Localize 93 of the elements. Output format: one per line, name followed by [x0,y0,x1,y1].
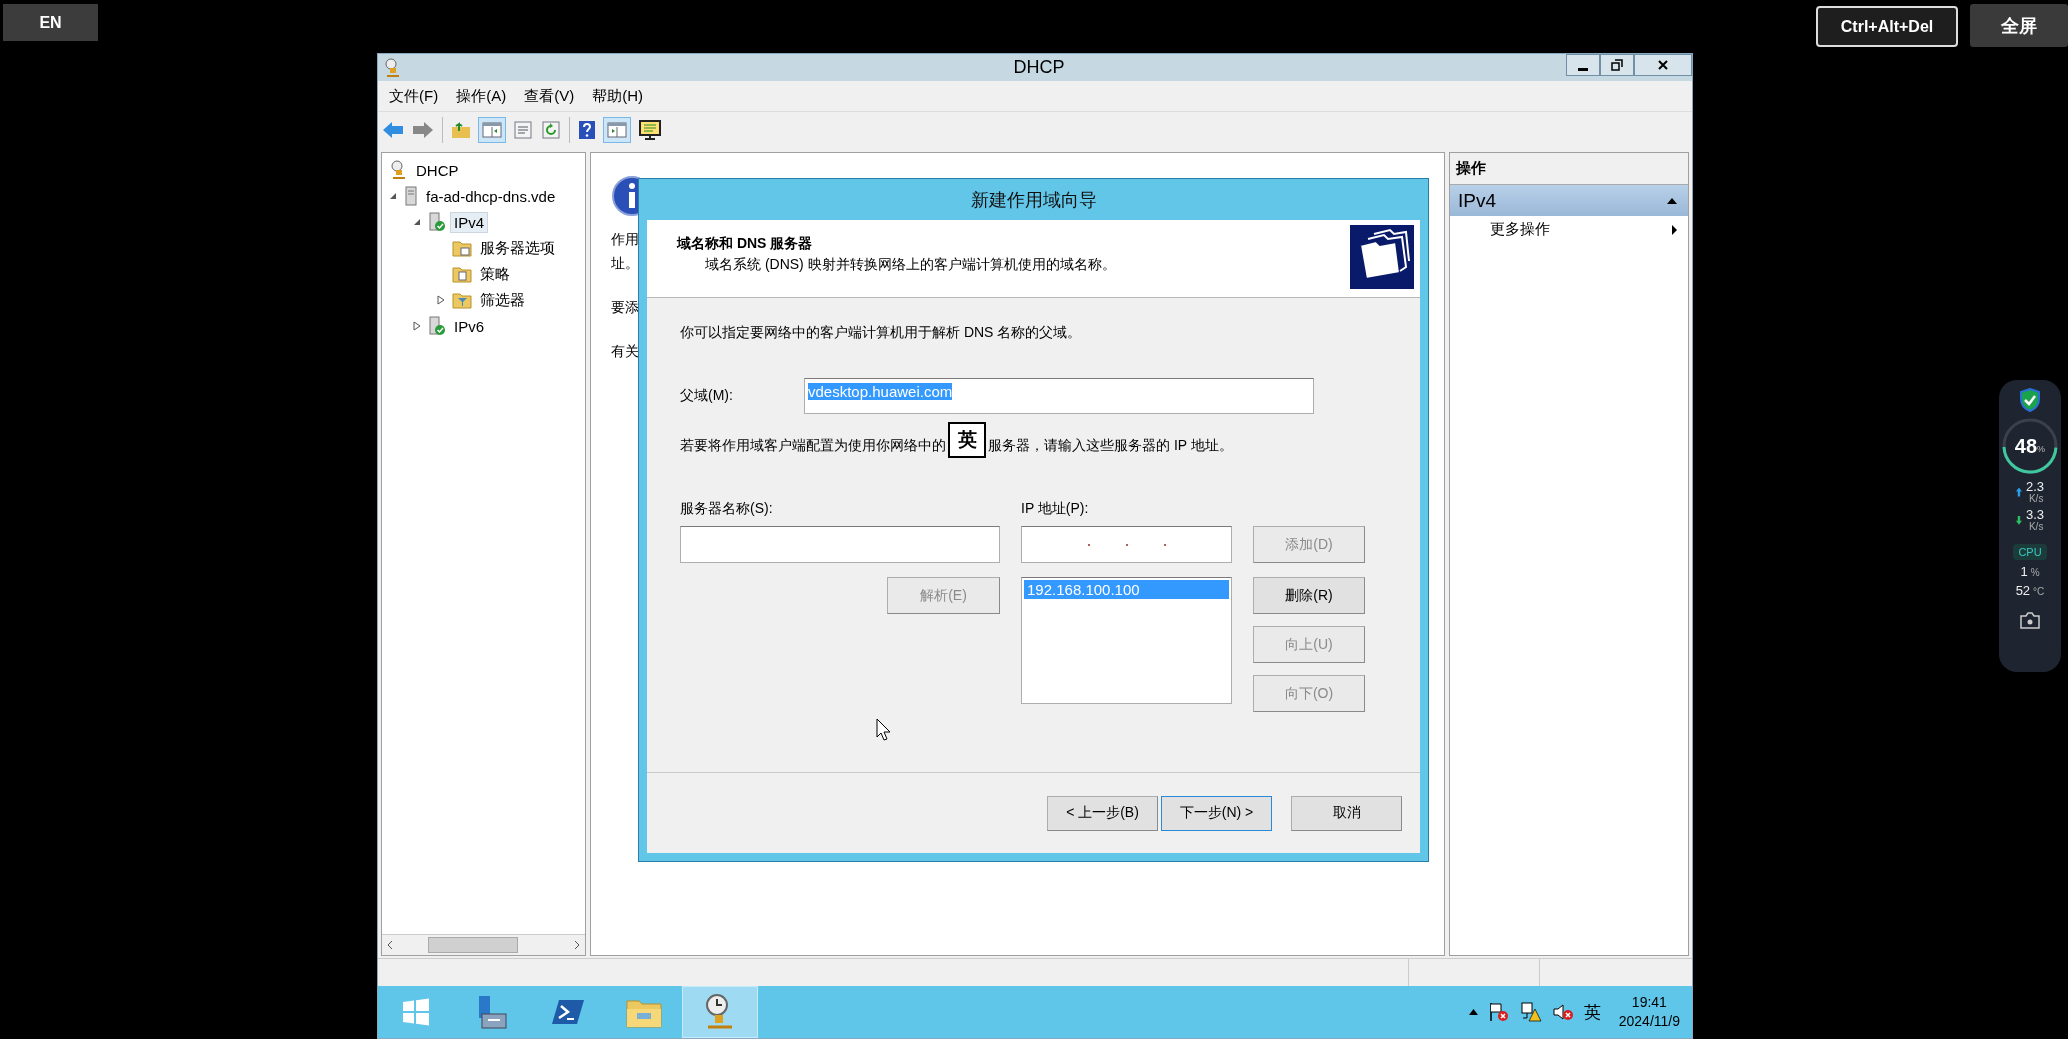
restore-icon [1611,59,1623,71]
windows-logo-icon [401,997,431,1027]
minimize-button[interactable] [1566,54,1600,76]
menu-item[interactable]: 查看(V) [515,86,584,106]
folder-icon [452,239,472,257]
network-warning-icon[interactable] [1519,1002,1542,1022]
page-subheading: 域名系统 (DNS) 映射并转换网络上的客户端计算机使用的域名称。 [704,256,1116,274]
description-text: 要添 [611,299,639,317]
cpu-usage: 1 [2020,564,2028,580]
page-heading: 域名称和 DNS 服务器 [677,235,814,253]
monitor-icon[interactable] [638,119,662,141]
expand-arrow-icon[interactable] [437,295,445,305]
description-text: 址。 [611,255,639,273]
speaker-mute-icon[interactable] [1551,1002,1574,1022]
back-arrow-icon[interactable] [382,121,404,139]
fullscreen-button[interactable]: 全屏 [1970,4,2068,47]
collapse-arrow-icon[interactable] [413,218,421,226]
usage-percent: 48 [2014,434,2038,458]
action-item[interactable]: 更多操作 [1450,216,1688,243]
ctrl-alt-del-button[interactable]: Ctrl+Alt+Del [1816,6,1958,47]
taskbar-app-button[interactable] [682,986,758,1038]
refresh-icon[interactable] [541,120,561,140]
tree-item[interactable]: DHCP [412,159,463,181]
close-icon [1657,59,1669,71]
cpu-temperature: 52 [2015,583,2031,599]
wizard-nav-button[interactable]: 取消 [1291,795,1402,831]
usage-unit: % [2030,567,2040,579]
action-pane-icon[interactable] [604,118,630,142]
scrollbar-thumb[interactable] [427,937,518,953]
tree-item[interactable]: 策略 [476,262,514,286]
upload-rate: 2.3 [2025,480,2045,494]
folder-up-icon[interactable] [451,121,471,139]
collapse-arrow-icon[interactable] [1666,196,1678,205]
camera-icon[interactable] [2020,612,2040,630]
field-label: 服务器名称(S): [680,500,774,518]
cpu-label: CPU [2013,544,2047,561]
close-button[interactable] [1634,54,1692,76]
flag-error-icon[interactable] [1487,1002,1510,1022]
folder-icon [452,265,472,283]
wizard-nav-button[interactable]: < 上一步(B) [1047,795,1158,831]
collapse-arrow-icon[interactable] [389,192,397,200]
restore-button[interactable] [1600,54,1634,76]
server-check-icon [428,212,446,232]
shield-check-icon [2019,388,2041,412]
server-icon [404,186,418,206]
menu-item[interactable]: 文件(F) [380,86,448,106]
mouse-cursor-icon [876,718,892,742]
wizard-nav-button[interactable]: 下一步(N) > [1161,795,1272,831]
tree-item[interactable]: IPv4 [450,211,488,233]
clock-date[interactable]: 2024/11/9 [1618,1012,1680,1031]
actions-header: 操作 [1450,153,1688,185]
forward-arrow-icon[interactable] [412,121,434,139]
menu-item[interactable]: 帮助(H) [583,86,652,106]
filter-folder-icon [452,291,472,309]
terminal-icon [551,997,585,1027]
field-label: 父域(M): [680,387,734,405]
input-method-indicator[interactable]: 英 [1583,1000,1601,1024]
scroll-right-icon[interactable] [573,940,581,950]
scroll-left-icon[interactable] [386,940,394,950]
tree-item[interactable]: 服务器选项 [476,236,559,260]
server-check-icon [428,316,446,336]
rate-unit: K/s [2028,493,2045,505]
dialog-title: 新建作用域向导 [969,188,1098,212]
horizontal-scrollbar[interactable] [382,934,585,955]
menu-item[interactable]: 操作(A) [447,86,516,106]
expand-arrow-icon[interactable] [413,321,421,331]
tree-item[interactable]: 筛选器 [476,288,529,312]
console-tree-icon[interactable] [479,118,505,142]
actions-section-header[interactable]: IPv4 [1450,185,1688,216]
window-title: DHCP [1012,57,1066,78]
server-name-field[interactable] [680,526,1000,563]
minimize-icon [1578,67,1588,71]
input-method-popup: 英 [948,422,986,458]
submenu-arrow-icon [1671,223,1678,236]
field-label: IP 地址(P): [1021,500,1090,518]
language-button[interactable]: EN [3,4,98,41]
description-text: 有关 [611,343,639,361]
folders-icon [1350,225,1414,289]
help-icon[interactable] [578,120,596,140]
description-text: 作用 [611,231,639,249]
ip-address-field[interactable] [1021,526,1232,563]
tree-item[interactable]: IPv6 [450,315,488,337]
instruction-text: 你可以指定要网络中的客户端计算机用于解析 DNS 名称的父域。 [680,324,1083,342]
temperature-unit: °C [2033,586,2045,598]
rate-unit: K/s [2028,521,2045,533]
clock-time[interactable]: 19:41 [1631,993,1667,1012]
tree-item[interactable]: fa-ad-dhcp-dns.vde [422,185,560,207]
instruction-text: 若要将作用域客户端配置为使用你网络中的 [680,437,946,455]
percent-unit: % [2037,444,2046,454]
instruction-text: 服务器，请输入这些服务器的 IP 地址。 [988,437,1233,455]
list-action-button[interactable]: 删除(R) [1253,577,1365,614]
caret-up-icon[interactable] [1468,1009,1478,1015]
download-rate: 3.3 [2025,508,2045,522]
